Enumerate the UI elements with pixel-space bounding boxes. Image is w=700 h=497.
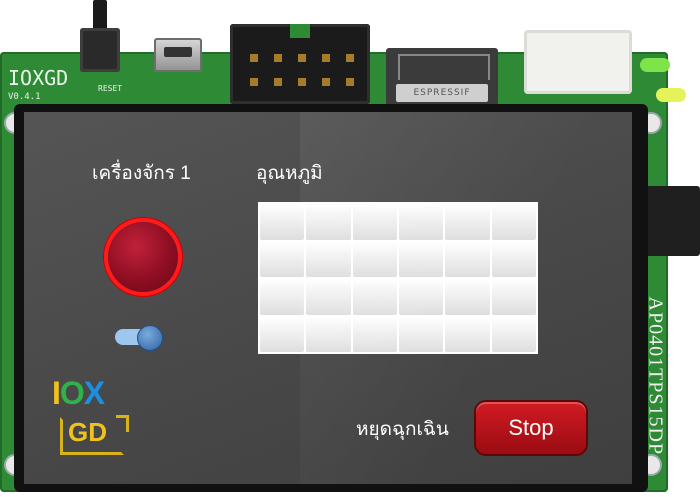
usb-slot <box>164 47 192 57</box>
board-name: IOXGD <box>8 66 69 90</box>
yellow-led <box>656 88 686 102</box>
header-pin <box>250 54 258 62</box>
grid-cell <box>491 279 536 315</box>
antenna-trace <box>398 54 490 80</box>
header-pin <box>250 78 258 86</box>
temperature-label: อุณหภูมิ <box>256 163 323 184</box>
reset-button-body <box>80 28 120 72</box>
reset-button[interactable] <box>80 0 120 72</box>
logo-iox-text: IOX <box>52 375 105 412</box>
header-notch <box>290 24 310 38</box>
grid-cell <box>491 241 536 277</box>
grid-cell <box>260 204 305 240</box>
esp-shield-label: ESPRESSIF <box>396 84 488 102</box>
grid-cell <box>306 316 351 352</box>
micro-usb-port <box>154 38 202 72</box>
machine-toggle-switch[interactable] <box>115 325 165 351</box>
board-version: V0.4.1 <box>8 92 41 102</box>
pin-header <box>230 24 370 104</box>
machine-label: เครื่องจักร 1 <box>92 163 191 184</box>
grid-cell <box>398 241 444 277</box>
machine-indicator-button[interactable] <box>108 222 178 292</box>
logo-bracket-right <box>116 415 129 432</box>
grid-cell <box>491 204 536 240</box>
header-pin <box>322 54 330 62</box>
grid-cell <box>398 316 444 352</box>
grid-cell <box>260 241 305 277</box>
grid-cell <box>260 316 305 352</box>
grid-cell <box>398 204 444 240</box>
grid-cell <box>352 241 397 277</box>
grid-cell <box>445 241 490 277</box>
logo-letter-o: O <box>59 375 85 411</box>
jst-connector <box>524 30 632 94</box>
reset-button-cap <box>93 0 107 30</box>
grid-cell <box>260 279 305 315</box>
grid-cell <box>306 241 351 277</box>
grid-cell <box>352 204 397 240</box>
grid-cell <box>352 279 397 315</box>
header-pin <box>322 78 330 86</box>
grid-cell <box>352 316 397 352</box>
emergency-stop-label: หยุดฉุกเฉิน <box>356 419 449 440</box>
esp-module: ESPRESSIF <box>386 48 498 106</box>
grid-cell <box>398 279 444 315</box>
temperature-grid <box>258 202 538 354</box>
ioxgd-logo: IOX GD <box>52 375 132 455</box>
header-pin <box>298 78 306 86</box>
header-pin <box>274 78 282 86</box>
grid-cell <box>306 204 351 240</box>
logo-gd-text: GD <box>68 417 107 447</box>
green-led <box>640 58 670 72</box>
grid-cell <box>306 279 351 315</box>
reset-label: RESET <box>98 84 123 93</box>
grid-cell <box>445 316 490 352</box>
toggle-knob <box>137 325 163 351</box>
header-pin <box>274 54 282 62</box>
grid-cell <box>491 316 536 352</box>
header-pin <box>346 54 354 62</box>
header-pin <box>346 78 354 86</box>
logo-letter-x: X <box>83 375 105 411</box>
stop-button[interactable]: Stop <box>476 402 586 454</box>
logo-letter-i: I <box>52 375 61 411</box>
power-jack <box>646 186 700 256</box>
grid-cell <box>445 279 490 315</box>
grid-cell <box>445 204 490 240</box>
header-pin <box>298 54 306 62</box>
